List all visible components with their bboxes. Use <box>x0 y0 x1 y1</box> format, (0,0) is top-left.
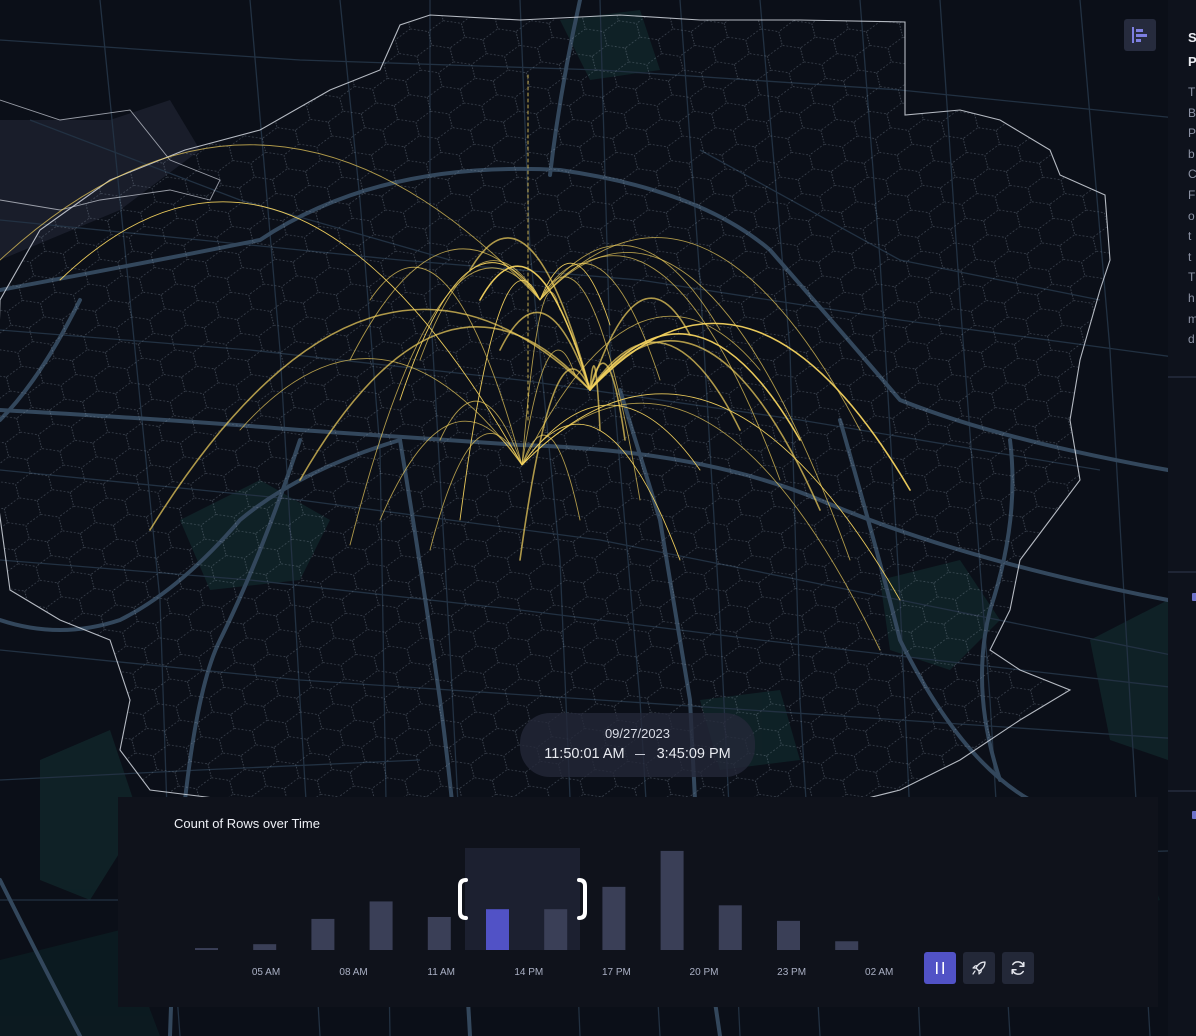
tick-label: 08 AM <box>339 967 367 978</box>
histogram-bar[interactable] <box>544 909 568 950</box>
panel-item-marker[interactable] <box>1192 811 1196 819</box>
panel-divider <box>1168 571 1196 573</box>
range-times: 11:50:01 AM 3:45:09 PM <box>520 746 755 762</box>
tick-label: 11 AM <box>427 967 455 978</box>
side-panel-title: S P <box>1188 30 1196 69</box>
histogram-bar[interactable] <box>602 886 626 950</box>
histogram-bar[interactable] <box>253 944 277 950</box>
tick-label: 23 PM <box>777 967 806 978</box>
side-panel: S P T B P b C F o t t T h m d <box>1168 0 1196 1036</box>
panel-divider <box>1168 376 1196 378</box>
histogram-bar[interactable] <box>427 916 451 950</box>
side-panel-description: T B P b C F o t t T h m d <box>1188 85 1196 347</box>
reset-button[interactable] <box>1002 952 1034 984</box>
histogram-bar[interactable] <box>195 948 218 950</box>
histogram-bar[interactable] <box>660 850 684 950</box>
refresh-icon <box>1011 961 1025 975</box>
layer-panel-toggle[interactable] <box>1124 19 1156 51</box>
histogram-bar[interactable] <box>311 918 335 950</box>
tick-label: 05 AM <box>252 967 280 978</box>
pause-button[interactable] <box>924 952 956 984</box>
histogram-bar[interactable] <box>486 909 509 950</box>
tick-label: 02 AM <box>865 967 893 978</box>
range-separator <box>634 753 645 755</box>
panel-divider <box>1168 790 1196 792</box>
pause-icon <box>936 962 944 974</box>
range-date: 09/27/2023 <box>604 726 671 741</box>
histogram-bar[interactable] <box>718 905 742 950</box>
histogram-bar[interactable] <box>369 901 393 950</box>
tick-label: 14 PM <box>514 967 543 978</box>
time-range-label: 09/27/2023 11:50:01 AM 3:45:09 PM <box>520 713 755 777</box>
histogram-bar[interactable] <box>835 941 859 950</box>
panel-item-marker[interactable] <box>1192 593 1196 601</box>
range-end: 3:45:09 PM <box>656 746 731 762</box>
range-start: 11:50:01 AM <box>544 746 625 762</box>
histogram-bar[interactable] <box>777 920 800 950</box>
launch-button[interactable] <box>963 952 995 984</box>
align-left-icon <box>1132 27 1147 43</box>
tick-label: 17 PM <box>602 967 631 978</box>
tick-label: 20 PM <box>690 967 719 978</box>
rocket-icon <box>972 961 986 975</box>
